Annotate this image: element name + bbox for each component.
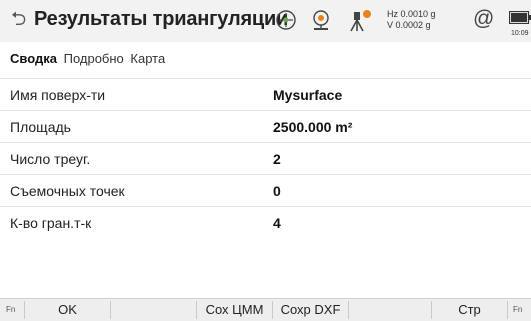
list-item: К-во гран.т-к 4	[0, 206, 531, 239]
divider	[507, 301, 508, 319]
row-value: Mysurface	[273, 87, 343, 103]
tab-details[interactable]: Подробно	[64, 51, 124, 66]
row-value: 4	[273, 215, 281, 231]
list-item: Имя поверх-ти Mysurface	[0, 78, 531, 111]
empty-softkey[interactable]	[349, 299, 431, 321]
title-bar: ⮌ Результаты триангуляции Hz 0.0010 g V …	[0, 0, 531, 42]
row-label: Съемочных точек	[10, 183, 125, 199]
save-dtm-button[interactable]: Сох ЦММ	[197, 299, 272, 321]
clock: 10:09	[511, 30, 529, 37]
list-item: Площадь 2500.000 m²	[0, 110, 531, 143]
tab-summary[interactable]: Сводка	[10, 51, 57, 66]
page-title: Результаты триангуляции	[34, 8, 289, 30]
row-value: 2500.000 m²	[273, 119, 353, 135]
ok-button[interactable]: OK	[25, 299, 110, 321]
row-label: Число треуг.	[10, 151, 91, 167]
prism-target-icon[interactable]	[310, 9, 332, 33]
row-value: 0	[273, 183, 281, 199]
tab-bar: Сводка Подробно Карта	[10, 51, 168, 66]
fn-right-key[interactable]: Fn	[513, 305, 522, 314]
fn-left-key[interactable]: Fn	[6, 305, 15, 314]
empty-softkey[interactable]	[111, 299, 196, 321]
row-label: Имя поверх-ти	[10, 87, 106, 103]
angle-readout: Hz 0.0010 g V 0.0002 g	[387, 9, 436, 31]
row-label: Площадь	[10, 119, 71, 135]
page-button[interactable]: Стр	[432, 299, 507, 321]
hz-value: Hz 0.0010 g	[387, 9, 436, 19]
softkey-bar: Fn OK Сох ЦММ Сохр DXF Стр Fn	[0, 298, 531, 321]
row-value: 2	[273, 151, 281, 167]
list-item: Съемочных точек 0	[0, 174, 531, 207]
row-label: К-во гран.т-к	[10, 215, 92, 231]
back-arrow-icon[interactable]: ⮌	[11, 10, 27, 29]
instrument-tripod-icon[interactable]	[347, 9, 373, 33]
at-icon[interactable]: @	[473, 7, 494, 31]
battery-icon	[509, 11, 531, 24]
tab-map[interactable]: Карта	[130, 51, 165, 66]
save-dxf-button[interactable]: Сохр DXF	[273, 299, 348, 321]
crosshair-target-icon[interactable]	[275, 9, 297, 31]
v-value: V 0.0002 g	[387, 20, 431, 30]
list-item: Число треуг. 2	[0, 142, 531, 175]
